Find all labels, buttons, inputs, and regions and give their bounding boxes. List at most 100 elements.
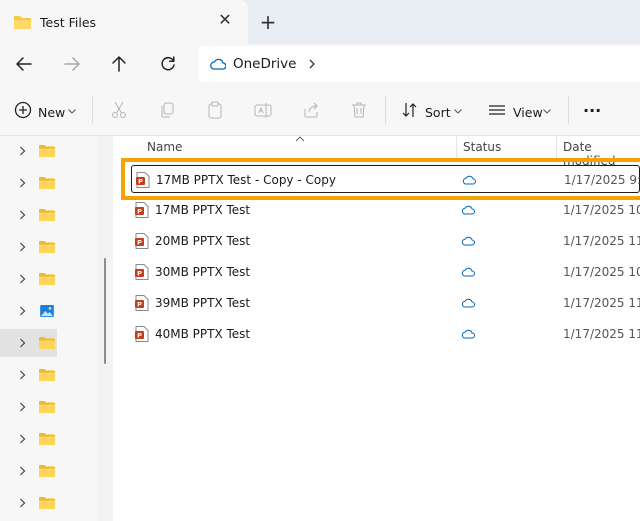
paste-icon[interactable] (206, 100, 224, 120)
pictures-icon (40, 305, 54, 317)
folder-icon (39, 209, 55, 221)
file-name: 40MB PPTX Test (155, 327, 251, 341)
nav-item[interactable] (0, 265, 98, 293)
file-date-modified: 1/17/2025 10:5 (563, 265, 640, 279)
nav-item[interactable] (0, 297, 98, 325)
file-date-modified: 1/17/2025 11:0 (563, 296, 640, 310)
nav-item[interactable] (0, 489, 98, 517)
new-tab-button[interactable]: + (258, 12, 278, 32)
nav-item[interactable] (0, 233, 98, 261)
chevron-down-icon[interactable] (68, 109, 76, 114)
powerpoint-file-icon: P (135, 233, 149, 249)
file-row[interactable]: P 17MB PPTX Test 1/17/2025 10:4 (131, 196, 640, 224)
up-arrow-icon[interactable] (107, 52, 131, 76)
folder-icon (14, 16, 31, 29)
chevron-down-icon[interactable] (454, 109, 462, 114)
nav-item[interactable] (0, 329, 57, 357)
nav-item[interactable] (0, 361, 98, 389)
powerpoint-file-icon: P (135, 295, 149, 311)
nav-item[interactable] (0, 201, 98, 229)
column-header-status[interactable]: Status (463, 140, 501, 154)
file-name: 20MB PPTX Test (155, 234, 251, 248)
back-arrow-icon[interactable] (12, 52, 36, 76)
tab-test-files[interactable]: Test Files ✕ (0, 0, 248, 44)
file-name: 30MB PPTX Test (155, 265, 251, 279)
chevron-down-icon[interactable] (543, 109, 551, 114)
folder-icon (39, 433, 55, 445)
nav-item[interactable] (0, 457, 98, 485)
file-name: 17MB PPTX Test (155, 203, 251, 217)
rename-icon[interactable] (254, 100, 272, 120)
separator (385, 96, 386, 124)
file-date-modified: 1/17/2025 10:4 (563, 203, 640, 217)
chevron-right-icon[interactable] (19, 402, 26, 412)
more-options-button[interactable]: ··· (583, 101, 601, 120)
file-row[interactable]: P 30MB PPTX Test 1/17/2025 10:5 (131, 258, 640, 286)
address-location[interactable]: OneDrive (233, 56, 296, 72)
navigation-row: OneDrive (0, 44, 640, 84)
svg-text:P: P (137, 239, 142, 247)
svg-text:P: P (137, 270, 142, 278)
column-separator[interactable] (556, 136, 557, 158)
file-row[interactable]: P 20MB PPTX Test 1/17/2025 11:0 (131, 227, 640, 255)
new-plus-icon[interactable] (14, 100, 32, 120)
file-row[interactable]: P 39MB PPTX Test 1/17/2025 11:0 (131, 289, 640, 317)
selection-highlight (121, 158, 640, 200)
command-bar: New Sort View ··· (0, 84, 640, 136)
file-date-modified: 1/17/2025 11:0 (563, 234, 640, 248)
column-separator[interactable] (456, 136, 457, 158)
copy-icon[interactable] (158, 100, 176, 120)
nav-item[interactable] (0, 169, 98, 197)
separator (92, 96, 93, 124)
file-row[interactable]: P 40MB PPTX Test 1/17/2025 11:1 (131, 320, 640, 348)
chevron-right-icon[interactable] (19, 466, 26, 476)
chevron-right-icon[interactable] (19, 178, 26, 188)
share-icon[interactable] (302, 100, 320, 120)
chevron-right-icon[interactable] (19, 274, 26, 284)
forward-arrow-icon[interactable] (60, 52, 84, 76)
nav-scrollbar[interactable] (104, 258, 106, 364)
file-date-modified: 1/17/2025 11:1 (563, 327, 640, 341)
folder-icon (39, 369, 55, 381)
folder-icon (39, 273, 55, 285)
folder-icon (39, 177, 55, 189)
sort-icon[interactable] (401, 100, 419, 120)
cloud-status-icon (461, 298, 475, 308)
chevron-right-icon[interactable] (19, 434, 26, 444)
chevron-right-icon[interactable] (19, 210, 26, 220)
chevron-right-icon[interactable] (19, 338, 26, 348)
chevron-right-icon[interactable] (19, 370, 26, 380)
sort-caret-icon (295, 136, 305, 142)
powerpoint-file-icon: P (135, 264, 149, 280)
view-button[interactable]: View (513, 105, 543, 120)
folder-icon (39, 145, 55, 157)
chevron-right-icon[interactable] (19, 242, 26, 252)
chevron-right-icon[interactable] (19, 146, 26, 156)
cloud-status-icon (461, 329, 475, 339)
refresh-icon[interactable] (156, 52, 180, 76)
column-header-name[interactable]: Name (147, 140, 182, 154)
nav-item[interactable] (0, 393, 98, 421)
chevron-right-icon[interactable] (306, 58, 318, 70)
view-icon[interactable] (488, 100, 506, 120)
cloud-status-icon (461, 205, 475, 215)
nav-item[interactable] (0, 137, 98, 165)
chevron-right-icon[interactable] (19, 498, 26, 508)
delete-icon[interactable] (350, 100, 368, 120)
tab-title: Test Files (40, 15, 97, 30)
svg-text:P: P (137, 332, 142, 340)
onedrive-cloud-icon (210, 58, 226, 70)
folder-icon (39, 465, 55, 477)
address-bar[interactable]: OneDrive (198, 46, 640, 82)
svg-text:P: P (137, 301, 142, 309)
file-name: 39MB PPTX Test (155, 296, 251, 310)
nav-item[interactable] (0, 425, 98, 453)
folder-icon (39, 497, 55, 509)
close-tab-icon[interactable]: ✕ (216, 11, 234, 29)
powerpoint-file-icon: P (135, 202, 149, 218)
chevron-right-icon[interactable] (19, 306, 26, 316)
new-button[interactable]: New (38, 105, 65, 120)
sort-button[interactable]: Sort (425, 105, 451, 120)
folder-icon (39, 337, 55, 349)
cut-icon[interactable] (110, 100, 128, 120)
